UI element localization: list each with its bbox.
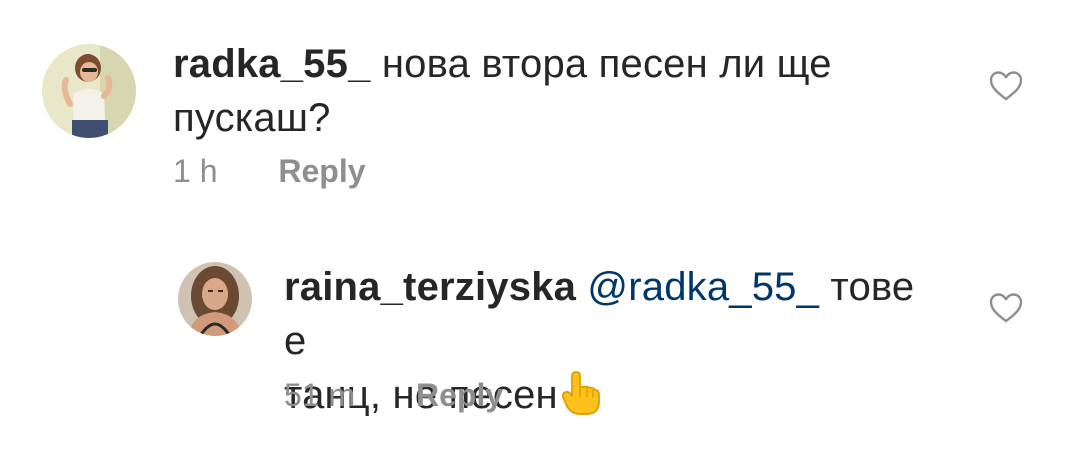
- comment-meta: 51 m Reply: [284, 375, 503, 415]
- heart-icon[interactable]: [989, 292, 1023, 324]
- avatar-photo: [42, 44, 136, 138]
- comment-username[interactable]: raina_terziyska: [284, 265, 576, 309]
- comment-timestamp: 1 h: [173, 153, 218, 189]
- reply-button[interactable]: Reply: [416, 375, 503, 415]
- pointing-up-emoji-icon: [561, 371, 600, 415]
- heart-icon[interactable]: [989, 70, 1023, 102]
- comment-text: radka_55_ нова втора песен ли ще пускаш?: [173, 37, 953, 145]
- avatar[interactable]: [42, 44, 136, 138]
- avatar-photo: [178, 262, 252, 336]
- avatar[interactable]: [178, 262, 252, 336]
- reply-button[interactable]: Reply: [278, 151, 365, 191]
- comment-username[interactable]: radka_55_: [173, 42, 371, 86]
- comment-meta: 1 h Reply: [173, 151, 366, 191]
- comment-timestamp: 51 m: [284, 377, 356, 413]
- mention-link[interactable]: @radka_55_: [587, 265, 819, 309]
